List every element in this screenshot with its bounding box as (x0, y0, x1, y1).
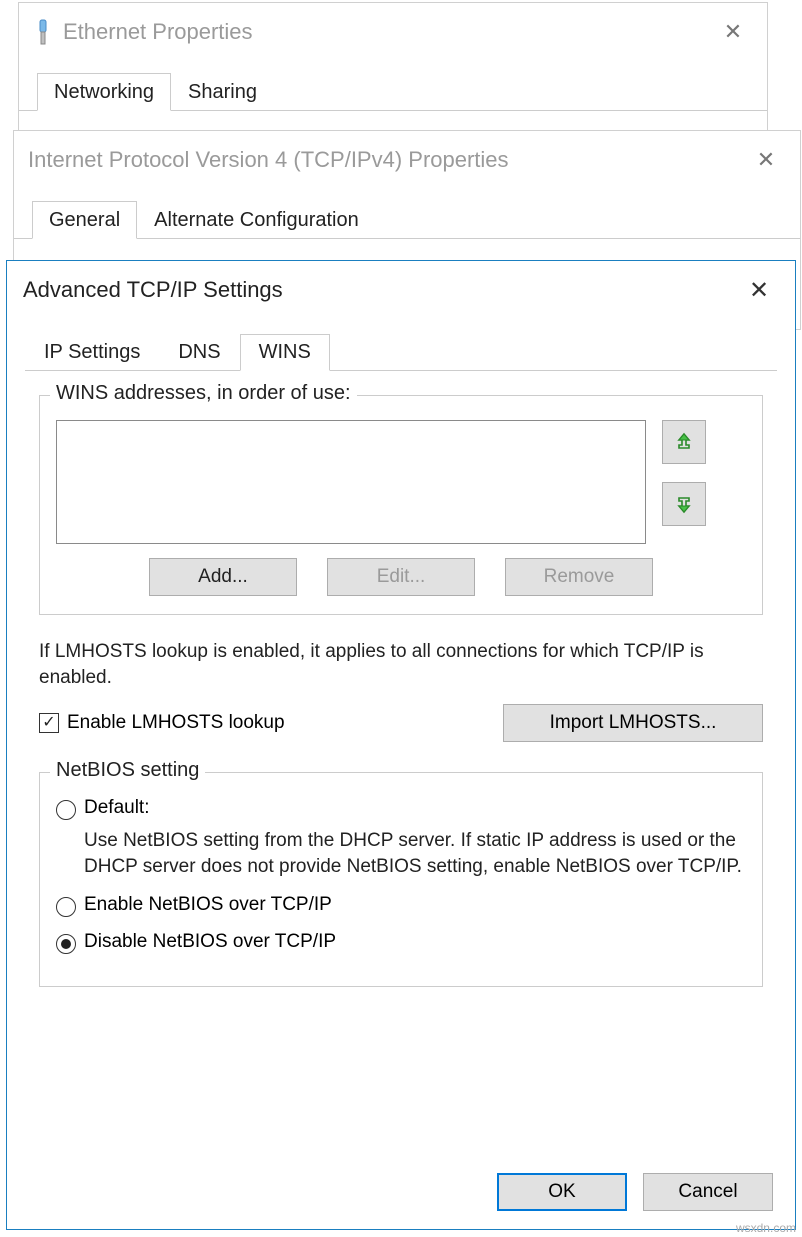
wins-address-list[interactable] (56, 420, 646, 544)
ethernet-title: Ethernet Properties (63, 19, 253, 45)
import-lmhosts-button[interactable]: Import LMHOSTS... (503, 704, 763, 742)
move-down-button[interactable] (662, 482, 706, 526)
advanced-titlebar: Advanced TCP/IP Settings ✕ (7, 261, 795, 319)
cancel-button[interactable]: Cancel (643, 1173, 773, 1211)
wins-addresses-groupbox: WINS addresses, in order of use: (39, 395, 763, 615)
radio-default[interactable]: Default: (56, 797, 746, 820)
remove-button[interactable]: Remove (505, 558, 653, 596)
enable-lmhosts-label[interactable]: Enable LMHOSTS lookup (67, 712, 285, 734)
advanced-tabstrip: IP Settings DNS WINS (25, 327, 777, 371)
lmhosts-info-text: If LMHOSTS lookup is enabled, it applies… (39, 639, 763, 690)
radio-default-label: Default: (84, 797, 149, 819)
advanced-tcpip-window: Advanced TCP/IP Settings ✕ IP Settings D… (6, 260, 796, 1230)
ethernet-icon (33, 17, 53, 47)
tab-networking[interactable]: Networking (37, 73, 171, 111)
radio-disable-label: Disable NetBIOS over TCP/IP (84, 931, 336, 953)
edit-button[interactable]: Edit... (327, 558, 475, 596)
radio-enable-label: Enable NetBIOS over TCP/IP (84, 894, 332, 916)
netbios-legend: NetBIOS setting (50, 759, 205, 782)
radio-disable-netbios[interactable]: Disable NetBIOS over TCP/IP (56, 931, 746, 954)
watermark: wsxdn.com (736, 1221, 796, 1235)
wins-addresses-legend: WINS addresses, in order of use: (50, 382, 357, 405)
ethernet-tabstrip: Networking Sharing (19, 61, 767, 111)
tab-ip-settings[interactable]: IP Settings (25, 334, 159, 371)
netbios-groupbox: NetBIOS setting Default: Use NetBIOS set… (39, 772, 763, 986)
tab-sharing[interactable]: Sharing (171, 73, 274, 111)
ipv4-titlebar: Internet Protocol Version 4 (TCP/IPv4) P… (14, 131, 800, 189)
radio-icon (56, 800, 76, 820)
enable-lmhosts-checkbox[interactable]: ✓ (39, 713, 59, 733)
tab-dns[interactable]: DNS (159, 334, 239, 371)
ipv4-tabstrip: General Alternate Configuration (14, 189, 800, 239)
ethernet-titlebar: Ethernet Properties ✕ (19, 3, 767, 61)
close-icon[interactable]: ✕ (713, 19, 753, 45)
ipv4-title: Internet Protocol Version 4 (TCP/IPv4) P… (28, 147, 509, 173)
arrow-up-icon (675, 432, 693, 452)
radio-icon (56, 934, 76, 954)
check-icon: ✓ (42, 715, 55, 731)
ok-button[interactable]: OK (497, 1173, 627, 1211)
advanced-title: Advanced TCP/IP Settings (23, 277, 283, 303)
radio-icon (56, 897, 76, 917)
close-icon[interactable]: ✕ (739, 276, 779, 305)
radio-default-description: Use NetBIOS setting from the DHCP server… (84, 828, 746, 879)
arrow-down-icon (675, 494, 693, 514)
move-up-button[interactable] (662, 420, 706, 464)
close-icon[interactable]: ✕ (746, 147, 786, 173)
tab-wins[interactable]: WINS (240, 334, 330, 371)
radio-enable-netbios[interactable]: Enable NetBIOS over TCP/IP (56, 894, 746, 917)
tab-general[interactable]: General (32, 201, 137, 239)
add-button[interactable]: Add... (149, 558, 297, 596)
tab-alternate-configuration[interactable]: Alternate Configuration (137, 201, 376, 239)
